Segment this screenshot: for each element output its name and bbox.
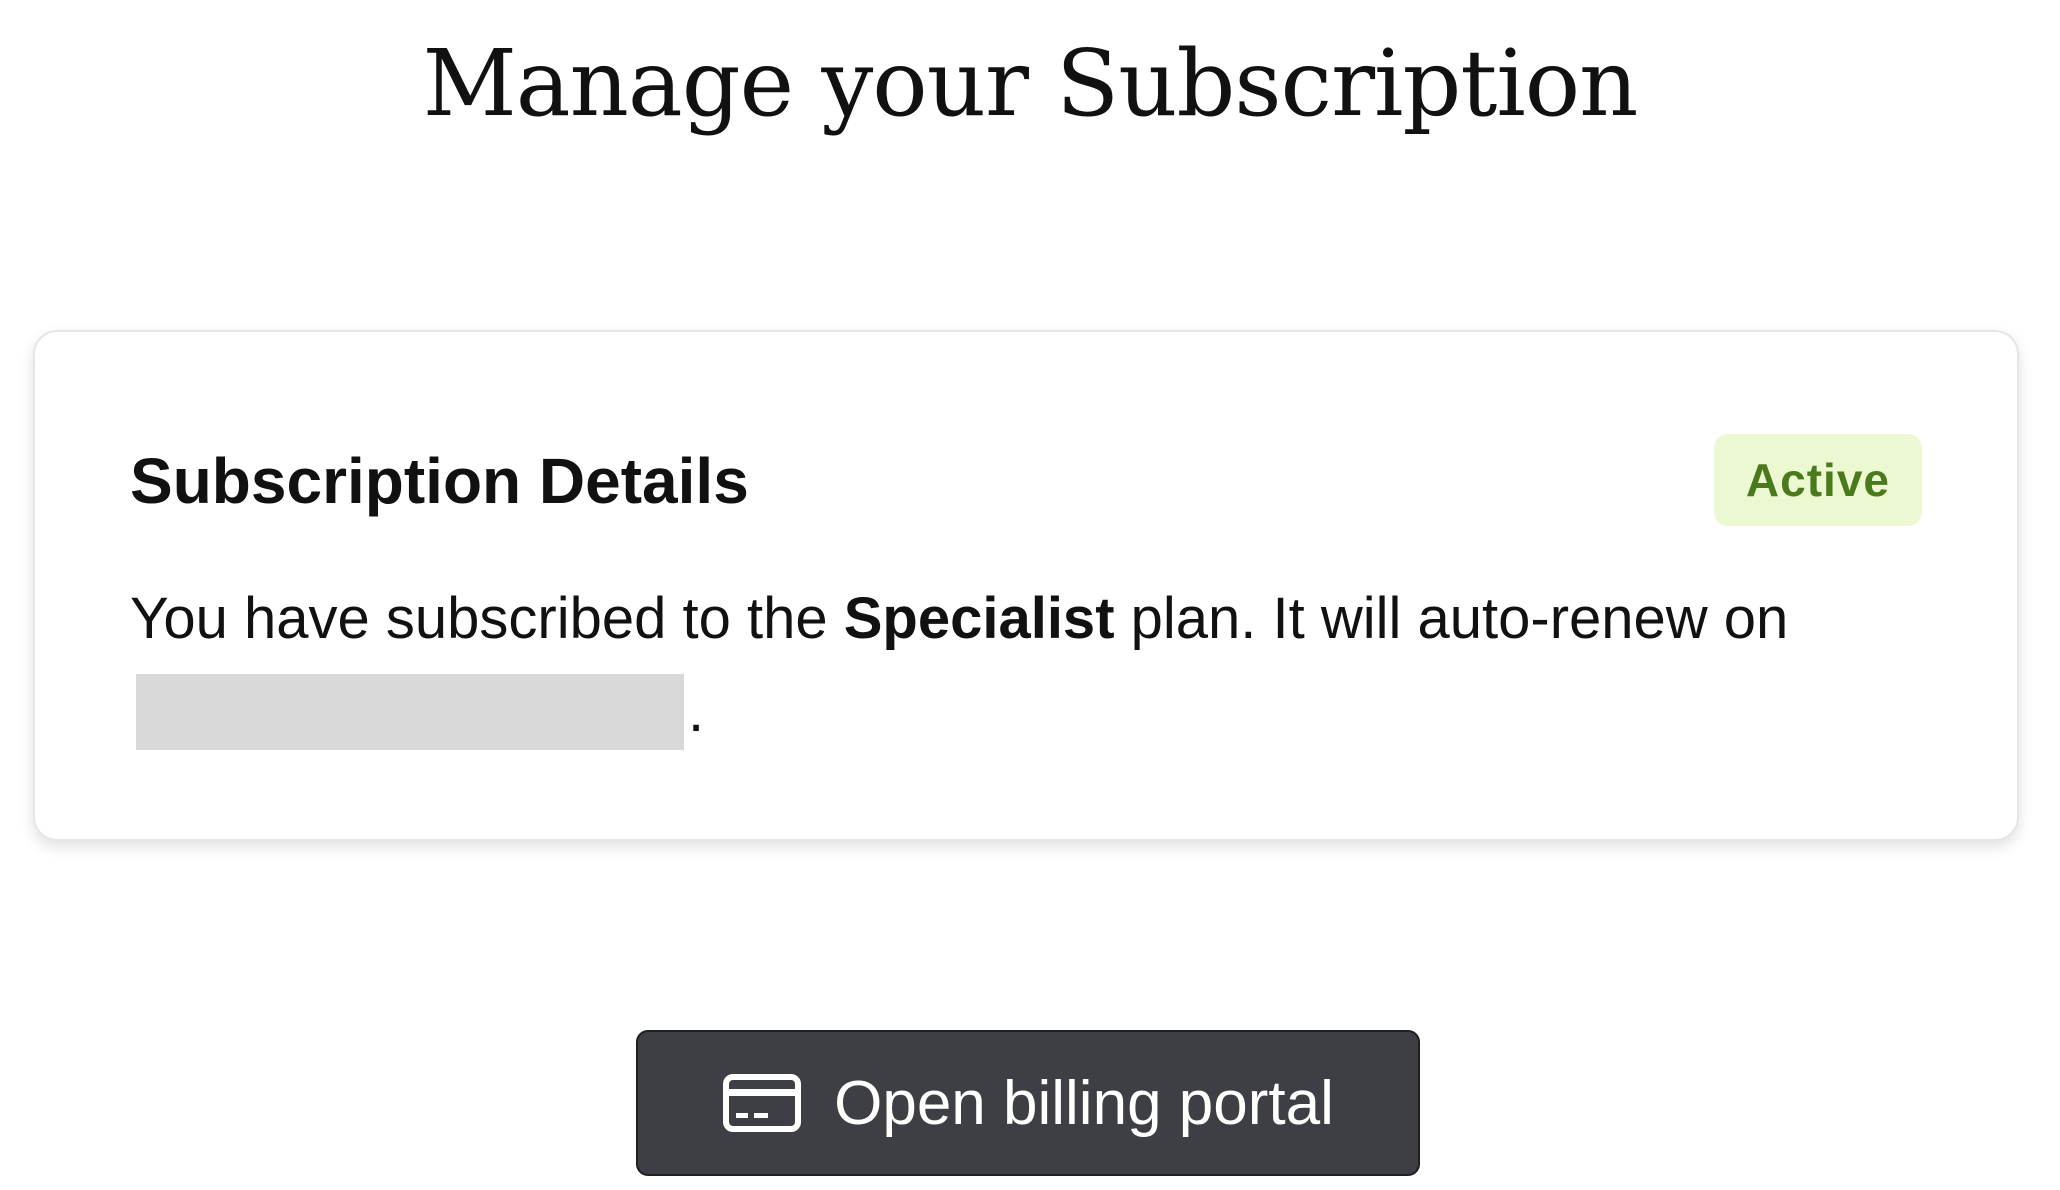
billing-button-label: Open billing portal [834,1068,1334,1138]
description-prefix: You have subscribed to the [130,586,844,651]
subscription-description: You have subscribed to the Specialist pl… [130,572,1830,758]
plan-name: Specialist [843,586,1115,651]
subscription-details-card: Subscription Details Active You have sub… [33,330,2019,841]
open-billing-portal-button[interactable]: Open billing portal [636,1030,1420,1176]
status-badge: Active [1713,434,1922,526]
credit-card-icon [722,1073,802,1133]
page-title: Manage your Subscription [422,30,1639,137]
description-end: . [688,679,705,744]
card-title: Subscription Details [130,445,749,517]
redacted-renewal-date [136,673,684,750]
description-suffix: plan. It will auto-renew on [1114,586,1789,651]
